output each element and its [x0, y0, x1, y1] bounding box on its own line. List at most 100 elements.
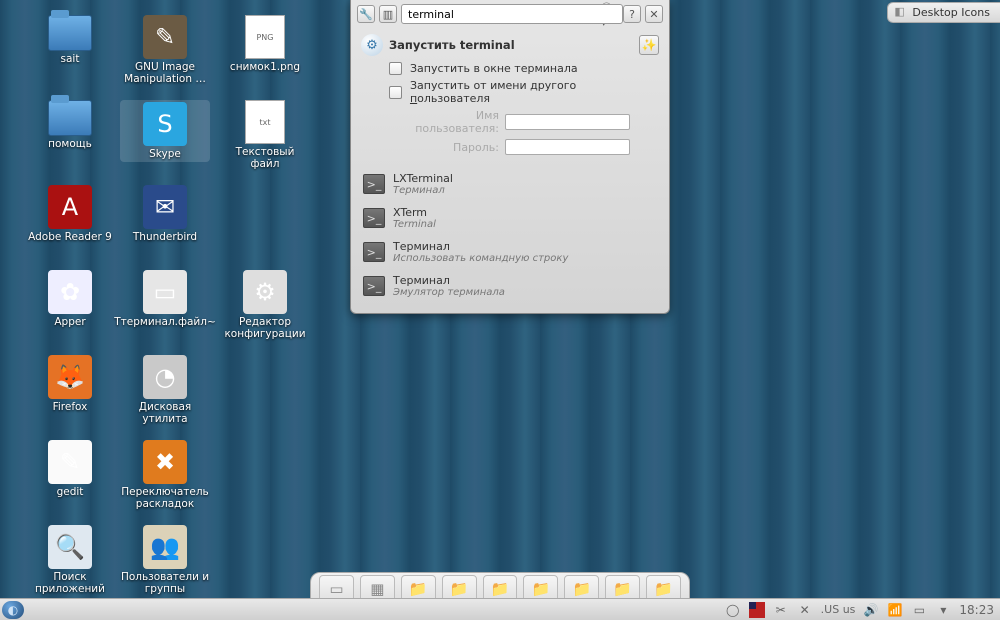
desktop-icon-label: Tтерминал.файл~	[114, 316, 216, 328]
desktop-icon-label: Apper	[54, 316, 85, 328]
desktop-icon-gimp[interactable]: ✎GNU Image Manipulation …	[120, 15, 210, 85]
runner-body: ⚙ Запустить terminal ✨ Запустить в окне …	[351, 28, 669, 313]
username-field[interactable]	[505, 114, 630, 130]
runner-result-0[interactable]: >_ LXTerminalТерминал	[361, 167, 659, 201]
app-icon: ✎	[48, 440, 92, 484]
tray-icon-x[interactable]: ✕	[797, 602, 813, 618]
terminal-icon: >_	[363, 208, 385, 228]
terminal-icon: >_	[363, 242, 385, 262]
desktop-icon-gedit[interactable]: ✎ gedit	[25, 440, 115, 498]
result-title: Терминал	[393, 240, 568, 253]
result-subtitle: Эмулятор терминала	[393, 287, 505, 298]
desktop-icon-label: Thunderbird	[133, 231, 197, 243]
tray-icon-flag[interactable]	[749, 602, 765, 618]
close-icon[interactable]: ✕	[645, 5, 663, 23]
app-icon: S	[143, 102, 187, 146]
activity-icon[interactable]: ▥	[379, 5, 397, 23]
help-icon[interactable]: ?	[623, 5, 641, 23]
result-subtitle: Terminal	[393, 219, 436, 230]
magic-wand-icon[interactable]: ✨	[639, 35, 659, 55]
opt-run-as-user[interactable]: Запустить от имени другого пользователя	[389, 79, 659, 105]
tray-icon-volume[interactable]: 🔊	[863, 602, 879, 618]
runner-dialog: 🔧 ▥ ⓧ ▾ ? ✕ ⚙ Запустить terminal ✨ Запус…	[350, 0, 670, 314]
desktop-icon-help[interactable]: помощь	[25, 100, 115, 150]
runner-result-2[interactable]: >_ ТерминалИспользовать командную строку	[361, 235, 659, 269]
gear-icon: ⚙	[361, 34, 383, 56]
file-icon: txt	[245, 100, 285, 144]
desktop-icon-label: Skype	[149, 148, 181, 160]
runner-results: >_LXTerminalТерминал>_XTermTerminal>_Тер…	[361, 167, 659, 303]
desktop-icon-label: Дисковая утилита	[120, 401, 210, 425]
desktop-icon-label: снимок1.png	[230, 61, 300, 73]
result-subtitle: Использовать командную строку	[393, 253, 568, 264]
runner-result-3[interactable]: >_ТерминалЭмулятор терминала	[361, 269, 659, 303]
runner-result-1[interactable]: >_ XTermTerminal	[361, 201, 659, 235]
desktop-icon-shot[interactable]: PNG снимок1.png	[220, 15, 310, 73]
checkbox-run-in-terminal[interactable]	[389, 62, 402, 75]
desktop-icon-label: gedit	[57, 486, 84, 498]
desktop-icon-label: Firefox	[53, 401, 88, 413]
app-icon: 👥	[143, 525, 187, 569]
desktop-icon-label: GNU Image Manipulation …	[120, 61, 210, 85]
bottom-panel: ◐ ◯ ✂ ✕ .US us 🔊 📶 ▭ ▾ 18:23	[0, 598, 1000, 620]
app-icon: ◔	[143, 355, 187, 399]
opt-run-as-user-label: Запустить от имени другого пользователя	[410, 79, 659, 105]
desktop-icon-searchapps[interactable]: 🔍Поиск приложений	[25, 525, 115, 595]
desktop-icon-adobe[interactable]: A Adobe Reader 9	[25, 185, 115, 243]
desktop-icon-label: Пользователи и группы	[120, 571, 210, 595]
password-label: Пароль:	[389, 141, 499, 154]
desktop-icon-confedit[interactable]: ⚙Редактор конфигурации	[220, 270, 310, 340]
app-icon: 🔍	[48, 525, 92, 569]
desktop-icon-termfile[interactable]: ▭Tтерминал.файл~	[120, 270, 210, 328]
system-tray: ◯ ✂ ✕ .US us 🔊 📶 ▭ ▾ 18:23	[719, 602, 1000, 618]
desktop-icon-sait[interactable]: sait	[25, 15, 115, 65]
desktop-icon-label: помощь	[48, 138, 92, 150]
wrench-icon[interactable]: 🔧	[357, 5, 375, 23]
tray-icon-globe[interactable]: ◯	[725, 602, 741, 618]
terminal-icon: >_	[363, 174, 385, 194]
folder-icon	[48, 100, 92, 136]
password-field[interactable]	[505, 139, 630, 155]
desktop-icon-skype[interactable]: S Skype	[120, 100, 210, 162]
keyboard-layout-indicator[interactable]: .US us	[821, 602, 856, 618]
opt-run-in-terminal[interactable]: Запустить в окне терминала	[389, 62, 659, 75]
result-title: XTerm	[393, 206, 436, 219]
desktop-icon-label: Поиск приложений	[25, 571, 115, 595]
desktop-icon-apper[interactable]: ✿ Apper	[25, 270, 115, 328]
app-icon: ⚙	[243, 270, 287, 314]
runner-titlebar: 🔧 ▥ ⓧ ▾ ? ✕	[351, 0, 669, 28]
app-icon: ✿	[48, 270, 92, 314]
folder-icon	[48, 15, 92, 51]
tray-icon-scissors[interactable]: ✂	[773, 602, 789, 618]
desktop-icon-txt[interactable]: txtТекстовый файл	[220, 100, 310, 170]
tray-icon-battery[interactable]: ▭	[911, 602, 927, 618]
runner-header: Запустить terminal	[389, 38, 515, 52]
terminal-icon: >_	[363, 276, 385, 296]
opt-run-in-terminal-label: Запустить в окне терминала	[410, 62, 578, 75]
desktop-icon-usersgroups[interactable]: 👥Пользователи и группы	[120, 525, 210, 595]
runner-search-input[interactable]	[401, 4, 623, 24]
username-label: Имя пользователя:	[389, 109, 499, 135]
desktop-icon-xneur[interactable]: ✖Переключатель раскладок	[120, 440, 210, 510]
tray-icon-network[interactable]: 📶	[887, 602, 903, 618]
desktop-icon-label: Adobe Reader 9	[28, 231, 112, 243]
app-icon: ✎	[143, 15, 187, 59]
tray-icon-chevron[interactable]: ▾	[935, 602, 951, 618]
desktop-icon-label: Текстовый файл	[220, 146, 310, 170]
start-button[interactable]: ◐	[2, 601, 24, 619]
desktop-icon-diskutil[interactable]: ◔Дисковая утилита	[120, 355, 210, 425]
app-icon: A	[48, 185, 92, 229]
desktop-icon-label: Переключатель раскладок	[120, 486, 210, 510]
clock[interactable]: 18:23	[959, 602, 994, 618]
file-icon: PNG	[245, 15, 285, 59]
desktop-icon-label: sait	[61, 53, 80, 65]
checkbox-run-as-user[interactable]	[389, 86, 402, 99]
desktop-icon-label: Редактор конфигурации	[220, 316, 310, 340]
desktop-icon-firefox[interactable]: 🦊Firefox	[25, 355, 115, 413]
app-icon: ▭	[143, 270, 187, 314]
result-subtitle: Терминал	[393, 185, 453, 196]
result-title: LXTerminal	[393, 172, 453, 185]
desktop-icon-tbird[interactable]: ✉Thunderbird	[120, 185, 210, 243]
desktop-icons-badge[interactable]: Desktop Icons	[887, 2, 1000, 23]
app-icon: ✖	[143, 440, 187, 484]
